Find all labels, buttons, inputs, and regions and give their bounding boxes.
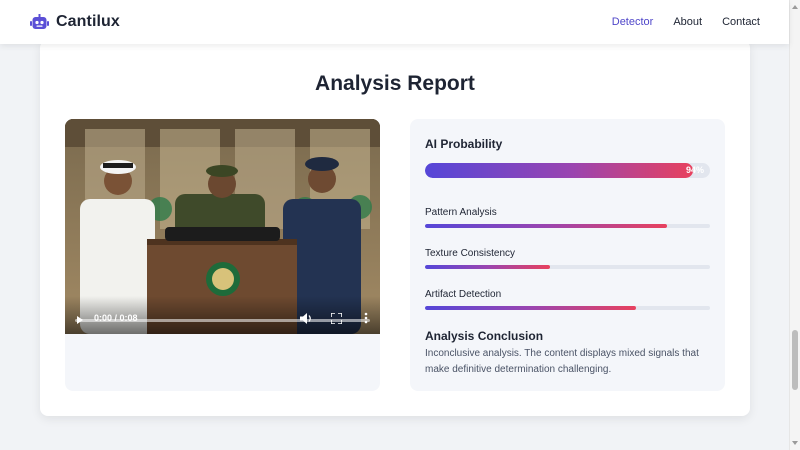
nav-link-about[interactable]: About — [673, 16, 702, 28]
video-player[interactable]: 0:00 / 0:08 — [65, 119, 380, 334]
metric-label-artifact: Artifact Detection — [425, 289, 502, 300]
page-scrollbar[interactable] — [789, 0, 800, 450]
ai-probability-title: AI Probability — [425, 137, 503, 151]
nav-link-contact[interactable]: Contact — [722, 16, 760, 28]
metric-label-pattern: Pattern Analysis — [425, 207, 497, 218]
video-seek-bar[interactable] — [75, 319, 370, 322]
page-title: Analysis Report — [315, 72, 475, 95]
video-panel: 0:00 / 0:08 — [65, 119, 380, 391]
robot-icon — [30, 13, 49, 29]
metric-label-texture: Texture Consistency — [425, 248, 516, 259]
nav-link-detector[interactable]: Detector — [612, 16, 654, 28]
ai-probability-value: 94% — [685, 165, 704, 175]
top-navbar: Cantilux Detector About Contact — [0, 0, 789, 44]
metric-fill-texture — [425, 265, 551, 269]
analysis-stats-panel: AI Probability 94% Pattern Analysis Text… — [410, 119, 725, 391]
metric-fill-artifact — [425, 306, 636, 310]
scroll-down-arrow-icon[interactable] — [792, 441, 798, 445]
main-nav: Detector About Contact — [612, 16, 760, 28]
metric-bar-artifact — [425, 306, 710, 310]
conclusion-text: Inconclusive analysis. The content displ… — [425, 348, 699, 375]
ai-probability-fill — [425, 163, 693, 178]
brand-name: Cantilux — [56, 13, 120, 30]
conclusion-title: Analysis Conclusion — [425, 329, 544, 343]
report-card: Analysis Report 0:00 / 0:08 AI Probabili… — [40, 40, 750, 416]
metric-bar-texture — [425, 265, 710, 269]
ai-probability-bar: 94% — [425, 163, 710, 178]
metric-fill-pattern — [425, 224, 668, 228]
scrollbar-thumb[interactable] — [792, 330, 798, 390]
scroll-up-arrow-icon[interactable] — [792, 5, 798, 9]
more-options-icon[interactable] — [364, 312, 368, 324]
metric-bar-pattern — [425, 224, 710, 228]
brand[interactable]: Cantilux — [30, 13, 120, 31]
video-controls: 0:00 / 0:08 — [65, 296, 380, 334]
